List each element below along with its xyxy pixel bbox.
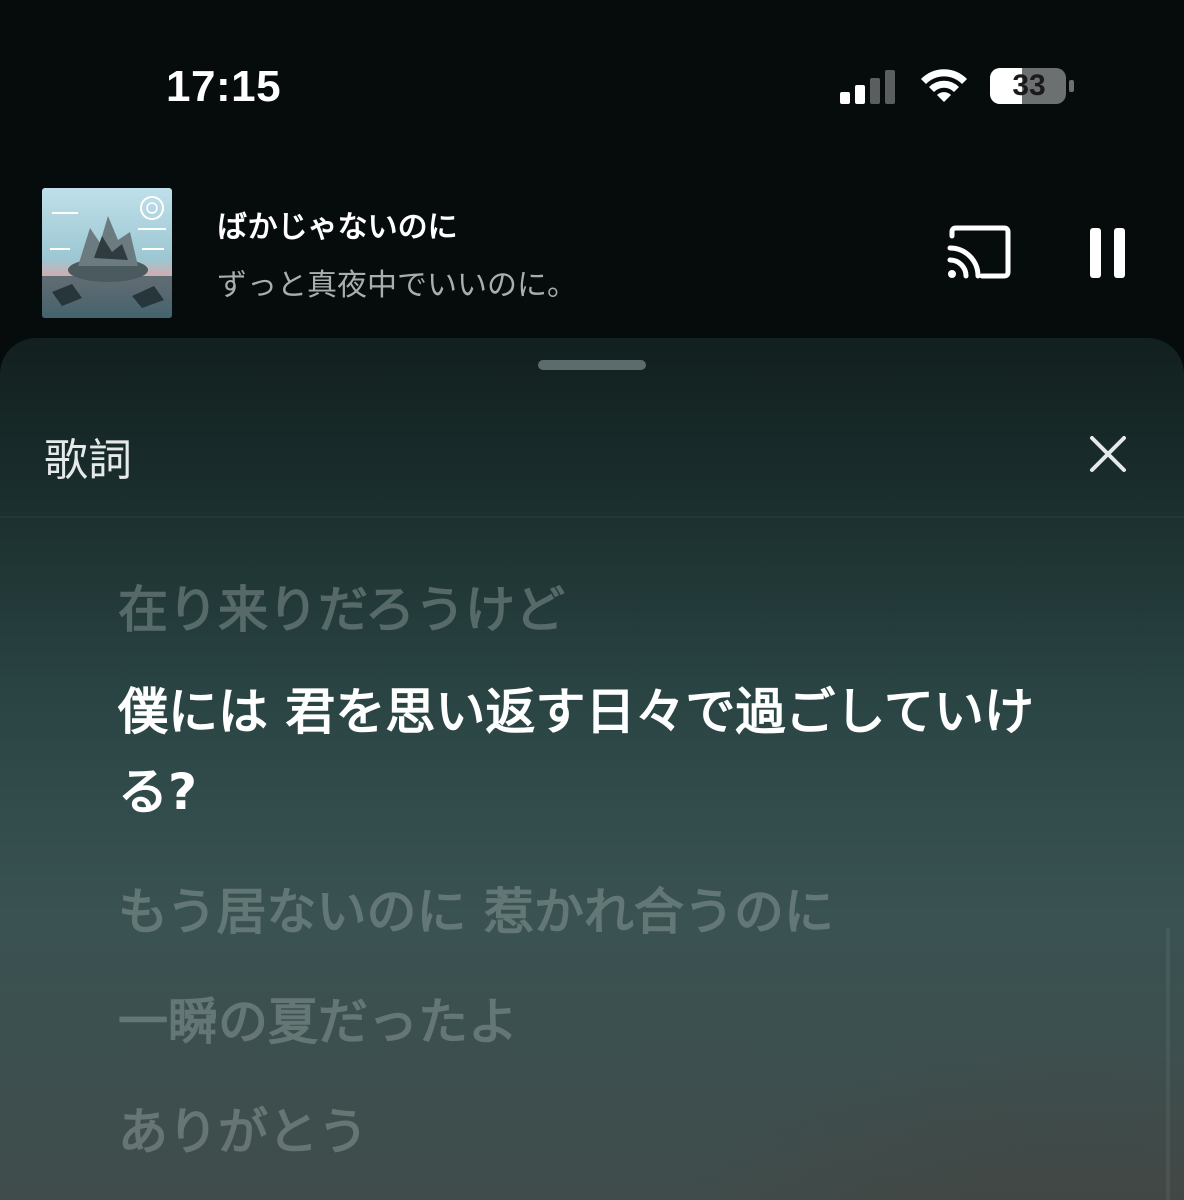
- close-icon[interactable]: [1084, 430, 1132, 478]
- wifi-icon: [921, 69, 967, 102]
- pause-icon[interactable]: [1076, 222, 1138, 284]
- battery-level: 33: [1012, 69, 1046, 102]
- track-title[interactable]: ばかじゃないのに: [217, 202, 458, 246]
- screen: 17:15 33 ばかじゃないのに ずっと真夜中でいいのに。 歌詞 在り来りだろ…: [0, 0, 1184, 1200]
- lyrics-sheet: 歌詞 在り来りだろうけど 僕には 君を思い返す日々で過ごしていける? もう居ない…: [0, 338, 1184, 1200]
- status-time: 17:15: [166, 62, 282, 111]
- album-art[interactable]: [42, 188, 172, 318]
- signal-icon: [840, 70, 895, 104]
- divider: [0, 516, 1184, 518]
- track-artist[interactable]: ずっと真夜中でいいのに。: [217, 260, 577, 304]
- lyric-line[interactable]: もう居ないのに 惹かれ合うのに: [118, 872, 1078, 952]
- lyric-line[interactable]: ありがとう: [118, 1092, 1078, 1172]
- cast-icon[interactable]: [944, 222, 1016, 284]
- lyric-line[interactable]: 一瞬の夏だったよ: [118, 982, 1078, 1062]
- lyrics-title: 歌詞: [44, 435, 132, 486]
- scrollbar[interactable]: [1166, 928, 1170, 1200]
- drag-handle[interactable]: [538, 360, 646, 370]
- lyric-line[interactable]: 在り来りだろうけど: [118, 570, 1078, 650]
- lyric-line-active[interactable]: 僕には 君を思い返す日々で過ごしていける?: [118, 672, 1078, 832]
